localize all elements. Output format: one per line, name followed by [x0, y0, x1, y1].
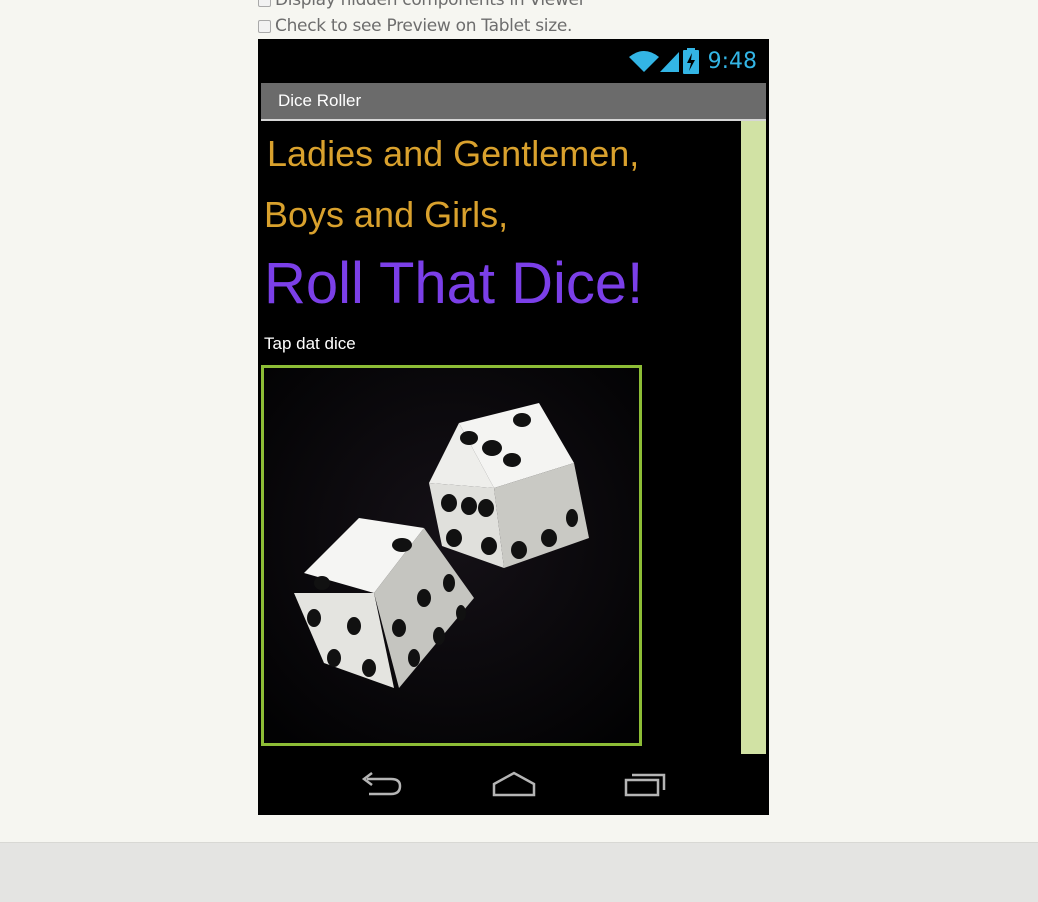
wifi-icon	[628, 51, 659, 72]
back-icon	[361, 772, 402, 796]
home-icon	[492, 771, 536, 797]
app-title-bar: Dice Roller	[261, 83, 766, 121]
tablet-preview-checkbox[interactable]	[258, 19, 271, 33]
hidden-components-option[interactable]: Display hidden components in Viewer	[258, 0, 586, 11]
hidden-components-checkbox[interactable]	[258, 0, 271, 7]
label-tap-dat-dice[interactable]: Tap dat dice	[264, 334, 356, 354]
battery-charging-icon	[682, 48, 699, 74]
phone-preview: 9:48 Dice Roller Ladies and Gentlemen, B…	[258, 39, 769, 815]
dice-image-button[interactable]	[261, 365, 642, 746]
viewer-area: Display hidden components in Viewer Chec…	[0, 0, 1038, 842]
two-dice-image	[264, 368, 639, 743]
status-time: 9:48	[707, 48, 757, 74]
recent-apps-icon	[624, 773, 666, 797]
status-bar: 9:48	[258, 39, 769, 83]
scrollbar[interactable]	[741, 121, 766, 754]
signal-icon	[659, 52, 679, 72]
label-ladies-gentlemen[interactable]: Ladies and Gentlemen,	[267, 133, 639, 175]
tablet-preview-label: Check to see Preview on Tablet size.	[275, 16, 573, 36]
recent-apps-button[interactable]	[616, 764, 676, 804]
app-title: Dice Roller	[278, 91, 362, 110]
home-button[interactable]	[484, 764, 544, 804]
hidden-components-label: Display hidden components in Viewer	[275, 0, 586, 10]
tablet-preview-option[interactable]: Check to see Preview on Tablet size.	[258, 15, 572, 37]
footer-band	[0, 842, 1038, 902]
back-button[interactable]	[351, 764, 411, 804]
screen-content: Ladies and Gentlemen, Boys and Girls, Ro…	[261, 121, 766, 754]
label-boys-girls[interactable]: Boys and Girls,	[264, 194, 508, 236]
label-roll-that-dice[interactable]: Roll That Dice!	[264, 250, 643, 317]
navigation-bar	[258, 754, 769, 815]
